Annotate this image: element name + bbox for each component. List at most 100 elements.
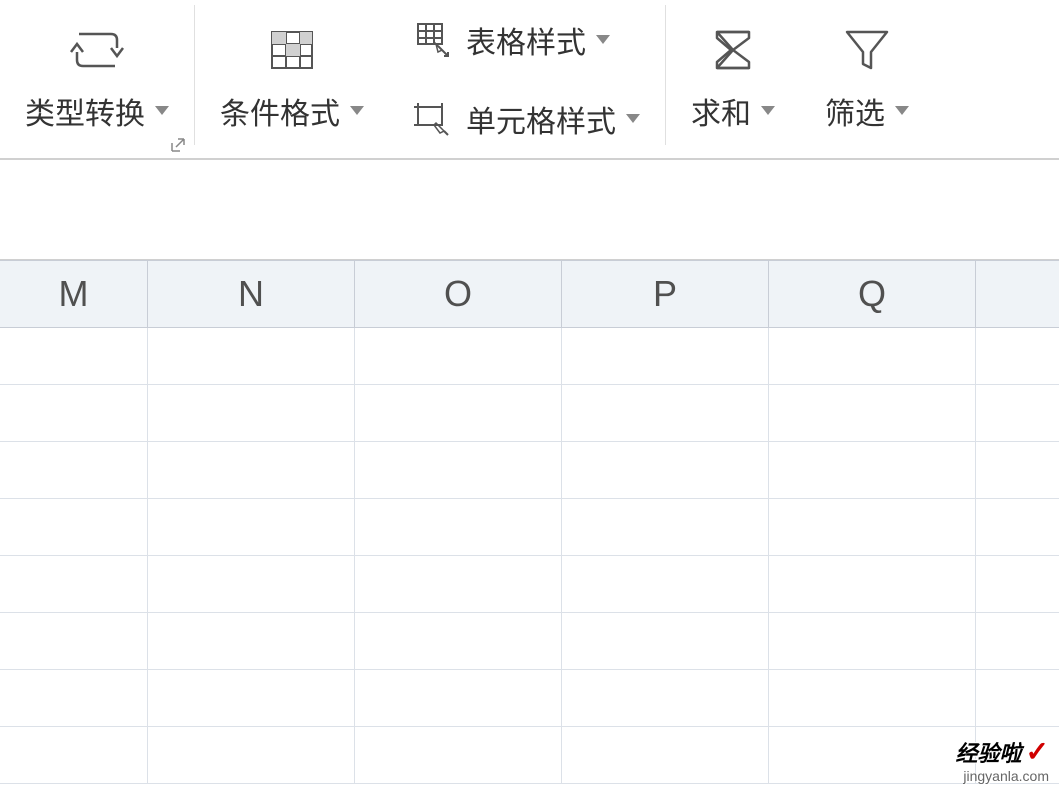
- grid-cell[interactable]: [769, 727, 976, 784]
- grid-cell[interactable]: [148, 556, 355, 613]
- grid-cell[interactable]: [355, 670, 562, 727]
- ribbon-group-format: 条件格式: [195, 0, 389, 158]
- grid-cell[interactable]: [976, 385, 1059, 442]
- grid-cell[interactable]: [355, 613, 562, 670]
- cell-style-button[interactable]: 单元格样式: [404, 92, 650, 146]
- grid-cell[interactable]: [562, 727, 769, 784]
- grid-cell[interactable]: [562, 328, 769, 385]
- type-convert-button[interactable]: 类型转换: [15, 0, 179, 158]
- grid-cell[interactable]: [0, 613, 148, 670]
- grid-rows: [0, 328, 1059, 784]
- grid-row: [0, 670, 1059, 727]
- grid-cell[interactable]: [0, 328, 148, 385]
- grid-cell[interactable]: [0, 727, 148, 784]
- filter-label: 筛选: [825, 89, 909, 133]
- group-expand-button[interactable]: [170, 137, 186, 153]
- dropdown-arrow-icon: [596, 35, 610, 44]
- dropdown-arrow-icon: [350, 106, 364, 115]
- dropdown-arrow-icon: [626, 114, 640, 123]
- column-header-Q[interactable]: Q: [769, 260, 976, 328]
- filter-button[interactable]: 筛选: [815, 0, 919, 158]
- table-style-label: 表格样式: [466, 18, 610, 62]
- grid-cell[interactable]: [769, 385, 976, 442]
- conditional-format-icon: [262, 26, 322, 74]
- grid-cell[interactable]: [976, 556, 1059, 613]
- spreadsheet-grid: M N O P Q: [0, 260, 1059, 784]
- table-style-button[interactable]: 表格样式: [404, 13, 620, 67]
- grid-cell[interactable]: [355, 499, 562, 556]
- conditional-format-button[interactable]: 条件格式: [210, 0, 374, 158]
- watermark-url: jingyanla.com: [963, 768, 1049, 784]
- grid-cell[interactable]: [148, 328, 355, 385]
- grid-cell[interactable]: [0, 670, 148, 727]
- ribbon-group-sum: 求和: [666, 0, 800, 158]
- dropdown-arrow-icon: [155, 106, 169, 115]
- column-header-N[interactable]: N: [148, 260, 355, 328]
- column-header-O[interactable]: O: [355, 260, 562, 328]
- checkmark-icon: ✓: [1026, 735, 1049, 768]
- dropdown-arrow-icon: [761, 106, 775, 115]
- grid-cell[interactable]: [355, 328, 562, 385]
- grid-cell[interactable]: [0, 499, 148, 556]
- grid-row: [0, 328, 1059, 385]
- grid-cell[interactable]: [355, 385, 562, 442]
- column-header-M[interactable]: M: [0, 260, 148, 328]
- grid-row: [0, 613, 1059, 670]
- cell-style-label: 单元格样式: [466, 97, 640, 141]
- sum-button[interactable]: 求和: [681, 0, 785, 158]
- watermark: 经验啦 ✓ jingyanla.com: [956, 735, 1049, 784]
- filter-icon: [837, 26, 897, 74]
- grid-cell[interactable]: [148, 385, 355, 442]
- grid-cell[interactable]: [769, 499, 976, 556]
- grid-cell[interactable]: [976, 442, 1059, 499]
- grid-cell[interactable]: [148, 442, 355, 499]
- grid-cell[interactable]: [976, 328, 1059, 385]
- grid-row: [0, 556, 1059, 613]
- column-headers: M N O P Q: [0, 260, 1059, 328]
- sum-label: 求和: [691, 89, 775, 133]
- grid-row: [0, 442, 1059, 499]
- grid-cell[interactable]: [769, 613, 976, 670]
- grid-cell[interactable]: [976, 499, 1059, 556]
- grid-cell[interactable]: [562, 670, 769, 727]
- column-header-partial[interactable]: [976, 260, 1059, 328]
- grid-row: [0, 499, 1059, 556]
- grid-cell[interactable]: [355, 727, 562, 784]
- grid-cell[interactable]: [976, 613, 1059, 670]
- grid-cell[interactable]: [769, 442, 976, 499]
- grid-cell[interactable]: [976, 670, 1059, 727]
- grid-row: [0, 727, 1059, 784]
- grid-cell[interactable]: [0, 442, 148, 499]
- grid-cell[interactable]: [148, 499, 355, 556]
- grid-row: [0, 385, 1059, 442]
- grid-cell[interactable]: [148, 613, 355, 670]
- column-header-P[interactable]: P: [562, 260, 769, 328]
- watermark-title: 经验啦 ✓: [956, 735, 1049, 768]
- grid-cell[interactable]: [148, 727, 355, 784]
- sum-icon: [703, 26, 763, 74]
- type-convert-icon: [67, 26, 127, 74]
- grid-cell[interactable]: [562, 442, 769, 499]
- grid-cell[interactable]: [769, 670, 976, 727]
- ribbon-group-styles: 表格样式 单元格样式: [389, 0, 665, 158]
- formula-bar[interactable]: [0, 160, 1059, 260]
- ribbon-group-type: 类型转换: [0, 0, 194, 158]
- conditional-format-label: 条件格式: [220, 89, 364, 133]
- grid-cell[interactable]: [148, 670, 355, 727]
- grid-cell[interactable]: [769, 556, 976, 613]
- grid-cell[interactable]: [562, 613, 769, 670]
- ribbon-toolbar: 类型转换: [0, 0, 1059, 160]
- grid-cell[interactable]: [0, 385, 148, 442]
- grid-cell[interactable]: [562, 556, 769, 613]
- grid-cell[interactable]: [562, 499, 769, 556]
- table-style-icon: [414, 20, 454, 60]
- grid-cell[interactable]: [0, 556, 148, 613]
- dropdown-arrow-icon: [895, 106, 909, 115]
- grid-cell[interactable]: [769, 328, 976, 385]
- cell-style-icon: [414, 99, 454, 139]
- grid-cell[interactable]: [355, 556, 562, 613]
- grid-cell[interactable]: [562, 385, 769, 442]
- ribbon-group-filter: 筛选: [800, 0, 934, 158]
- type-convert-label: 类型转换: [25, 89, 169, 133]
- grid-cell[interactable]: [355, 442, 562, 499]
